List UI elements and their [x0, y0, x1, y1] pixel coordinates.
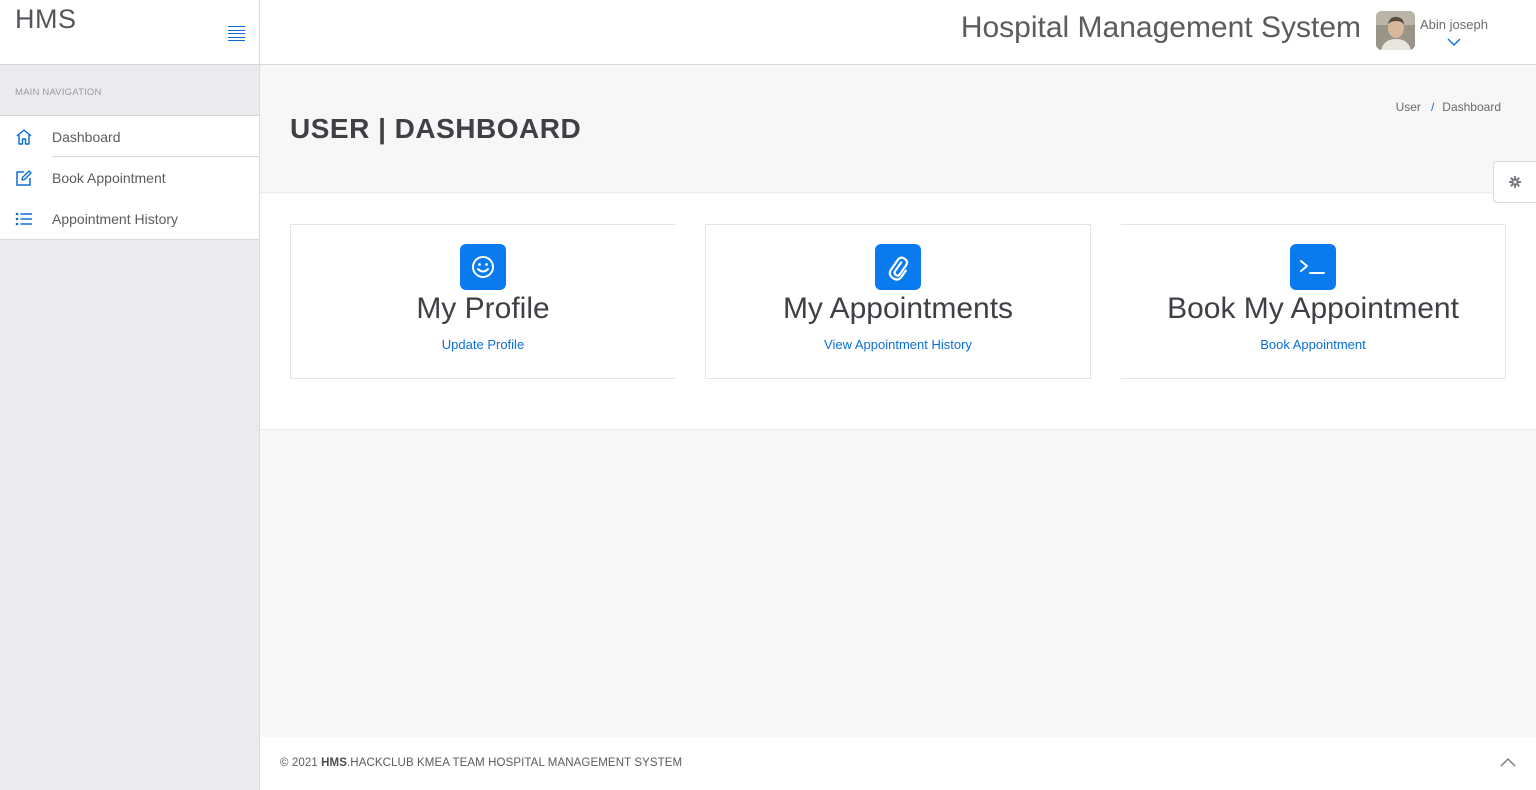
smiley-icon: [460, 244, 506, 290]
breadcrumb: User / Dashboard: [1396, 100, 1501, 114]
app-title: Hospital Management System: [960, 11, 1361, 44]
home-icon: [14, 127, 34, 147]
menu-toggle-icon[interactable]: [228, 26, 245, 42]
paperclip-icon: [875, 244, 921, 290]
footer-copyright: © 2021 HMS.HACKCLUB KMEA TEAM HOSPITAL M…: [280, 757, 682, 769]
card-title: Book My Appointment: [1167, 292, 1459, 325]
footer-brand: HMS: [321, 757, 348, 769]
sidebar-item-label: Dashboard: [52, 129, 121, 145]
view-appointment-history-link[interactable]: View Appointment History: [706, 337, 1090, 352]
page-header: USER | DASHBOARD User / Dashboard: [260, 65, 1536, 193]
update-profile-link[interactable]: Update Profile: [291, 337, 675, 352]
card-title: My Profile: [416, 292, 550, 325]
dashboard-content: My Profile Update Profile My Appointment…: [260, 194, 1536, 430]
list-icon: [14, 209, 34, 229]
card-title: My Appointments: [782, 292, 1014, 325]
nav-heading: MAIN NAVIGATION: [15, 87, 102, 98]
footer: © 2021 HMS.HACKCLUB KMEA TEAM HOSPITAL M…: [260, 737, 1536, 790]
footer-prefix: © 2021: [280, 757, 322, 769]
book-appointment-link[interactable]: Book Appointment: [1121, 337, 1505, 352]
gear-icon: [1509, 176, 1521, 188]
sidebar: HMS MAIN NAVIGATION Dashboard Book Appoi…: [0, 0, 260, 790]
top-bar: Hospital Management System Abin joseph: [260, 0, 1536, 65]
chevron-up-icon[interactable]: [1499, 755, 1517, 767]
breadcrumb-user[interactable]: User: [1396, 100, 1421, 114]
brand-bar: HMS: [0, 0, 259, 65]
page-title: USER | DASHBOARD: [290, 113, 582, 144]
sidebar-item-appointment-history[interactable]: Appointment History: [0, 198, 259, 239]
sidebar-item-label: Appointment History: [52, 211, 179, 227]
breadcrumb-separator: /: [1430, 100, 1435, 114]
footer-suffix: .HACKCLUB KMEA TEAM HOSPITAL MANAGEMENT …: [347, 757, 683, 769]
user-name[interactable]: Abin joseph: [1420, 17, 1488, 32]
sidebar-item-book-appointment[interactable]: Book Appointment: [0, 157, 259, 198]
sidebar-item-label: Book Appointment: [52, 170, 166, 186]
main-navigation: Dashboard Book Appointment Appointment H…: [0, 115, 259, 240]
chevron-down-icon[interactable]: [1447, 34, 1461, 46]
edit-icon: [14, 168, 34, 188]
card-book-my-appointment: Book My Appointment Book Appointment: [1121, 224, 1506, 379]
sidebar-item-dashboard[interactable]: Dashboard: [0, 116, 259, 157]
user-avatar[interactable]: [1376, 11, 1415, 50]
brand-logo[interactable]: HMS: [15, 4, 77, 35]
settings-button[interactable]: [1493, 161, 1536, 203]
breadcrumb-dashboard: Dashboard: [1442, 100, 1501, 114]
card-my-profile: My Profile Update Profile: [290, 224, 675, 379]
terminal-icon: [1290, 244, 1336, 290]
card-my-appointments: My Appointments View Appointment History: [705, 224, 1091, 379]
